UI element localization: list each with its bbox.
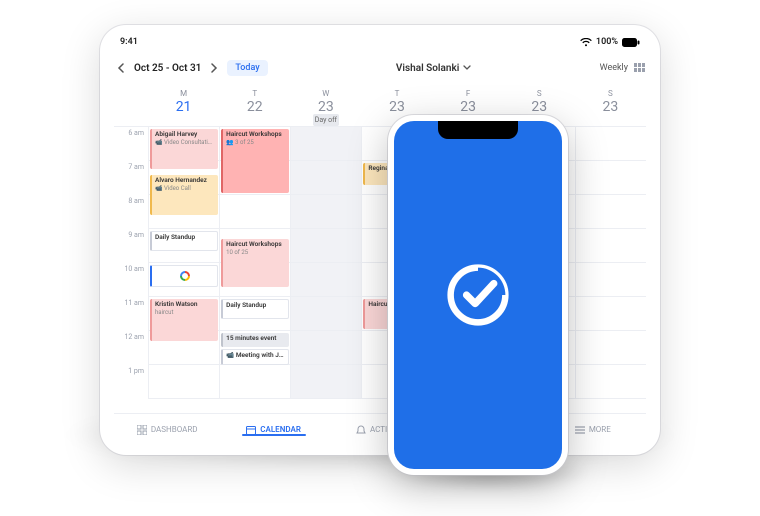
app-logo-icon — [442, 259, 514, 331]
grid-cell[interactable] — [290, 297, 361, 331]
grid-cell[interactable] — [575, 161, 646, 195]
time-label: 10 am — [114, 263, 148, 297]
grid-cell[interactable] — [148, 195, 219, 229]
status-time: 9:41 — [120, 37, 138, 47]
grid-cell[interactable] — [575, 365, 646, 399]
day-header[interactable]: W23Day off — [290, 87, 361, 126]
grid-cell[interactable]: Kristin Watson haircut — [148, 297, 219, 331]
time-label: 9 am — [114, 229, 148, 263]
prev-week-button[interactable] — [114, 61, 128, 75]
status-bar: 9:41 100% — [114, 33, 646, 51]
google-icon — [180, 271, 190, 281]
phone-device — [388, 115, 568, 475]
time-label: 8 am — [114, 195, 148, 229]
wifi-icon — [580, 38, 592, 47]
today-button[interactable]: Today — [227, 60, 267, 76]
calendar-icon — [246, 425, 256, 435]
menu-icon — [575, 426, 585, 434]
grid-cell[interactable] — [575, 229, 646, 263]
view-label: Weekly — [600, 63, 628, 73]
day-header[interactable]: S23 — [575, 87, 646, 126]
day-off-badge: Day off — [313, 114, 339, 126]
time-label: 11 am — [114, 297, 148, 331]
phone-screen — [394, 121, 562, 469]
event-card[interactable]: Daily Standup — [150, 231, 218, 251]
grid-cell[interactable] — [219, 195, 290, 229]
phone-notch — [438, 121, 518, 139]
calendar-header: Oct 25 - Oct 31 Today Vishal Solanki Wee… — [114, 51, 646, 85]
grid-cell[interactable] — [290, 127, 361, 161]
tab-label: DASHBOARD — [151, 425, 198, 434]
grid-cell[interactable] — [575, 297, 646, 331]
time-label: 12 am — [114, 331, 148, 365]
tab-calendar[interactable]: CALENDAR — [220, 425, 326, 435]
grid-cell[interactable] — [219, 263, 290, 297]
grid-cell[interactable] — [219, 161, 290, 195]
grid-cell[interactable] — [575, 263, 646, 297]
grid-cell[interactable]: Haircut Workshops 10 of 25 — [219, 229, 290, 263]
chevron-down-icon — [463, 65, 471, 71]
grid-cell[interactable] — [290, 161, 361, 195]
date-range: Oct 25 - Oct 31 — [134, 63, 201, 74]
grid-cell[interactable] — [290, 331, 361, 365]
grid-cell[interactable]: Haircut Workshops 👥 3 of 25 — [219, 127, 290, 161]
time-label: 6 am — [114, 127, 148, 161]
event-card[interactable] — [150, 265, 218, 287]
event-card[interactable]: 📹 Meeting with Jo… — [221, 349, 289, 365]
dashboard-icon — [137, 425, 147, 435]
grid-cell[interactable] — [575, 127, 646, 161]
grid-cell[interactable] — [290, 229, 361, 263]
day-header[interactable]: M21 — [148, 87, 219, 126]
battery-icon — [622, 38, 640, 47]
grid-cell[interactable]: 15 minutes event 📹 Meeting with Jo… — [219, 331, 290, 365]
grid-cell[interactable] — [290, 195, 361, 229]
user-selector[interactable]: Vishal Solanki — [396, 63, 471, 74]
tab-label: CALENDAR — [260, 425, 301, 434]
battery-pct: 100% — [596, 37, 618, 47]
grid-cell[interactable]: Abigail Harvey 📹 Video Consultations — [148, 127, 219, 161]
next-week-button[interactable] — [207, 61, 221, 75]
event-card[interactable]: 15 minutes event — [221, 333, 289, 347]
time-label: 1 pm — [114, 365, 148, 399]
tab-dashboard[interactable]: DASHBOARD — [114, 425, 220, 435]
user-name: Vishal Solanki — [396, 63, 459, 74]
day-header[interactable]: T22 — [219, 87, 290, 126]
grid-cell[interactable]: Alvaro Hernandez 📹 Video Call — [148, 161, 219, 195]
grid-cell[interactable]: Daily Standup — [148, 229, 219, 263]
tab-label: MORE — [589, 425, 611, 434]
grid-cell[interactable] — [575, 195, 646, 229]
grid-cell[interactable] — [219, 365, 290, 399]
grid-cell[interactable] — [290, 365, 361, 399]
view-selector[interactable]: Weekly — [600, 63, 646, 73]
grid-cell[interactable] — [148, 331, 219, 365]
grid-view-icon — [634, 63, 646, 73]
grid-cell[interactable] — [148, 365, 219, 399]
time-label: 7 am — [114, 161, 148, 195]
day-headers: M21 T22 W23Day off T23 F23 S23 S23 — [114, 87, 646, 126]
grid-cell[interactable]: Daily Standup — [219, 297, 290, 331]
grid-cell[interactable] — [290, 263, 361, 297]
bell-icon — [356, 425, 366, 435]
event-card[interactable]: Daily Standup — [221, 299, 289, 319]
tablet-device: 9:41 100% Oct 25 - Oct 31 To — [100, 25, 660, 455]
grid-cell[interactable] — [575, 331, 646, 365]
grid-cell[interactable] — [148, 263, 219, 297]
